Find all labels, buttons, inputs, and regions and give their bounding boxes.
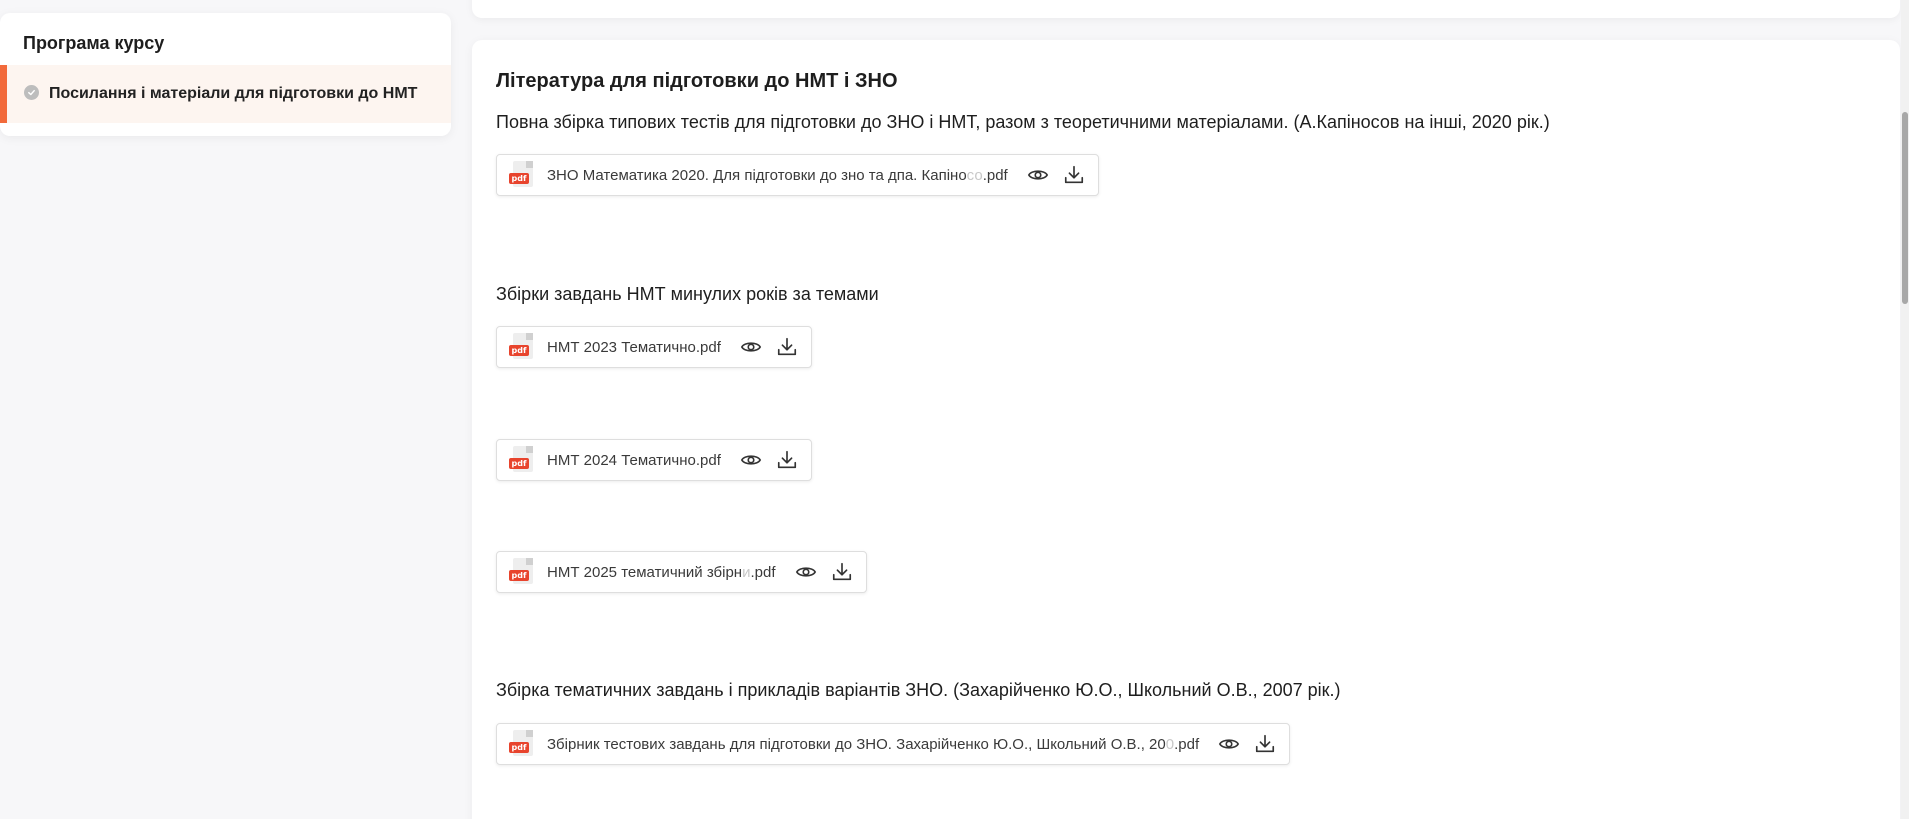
section-text-nmt-collections: Збірки завдань НМТ минулих років за тема… <box>496 284 879 304</box>
section-text-thematic-tasks: Збірка тематичних завдань і прикладів ва… <box>496 680 1341 700</box>
eye-icon <box>1219 739 1240 749</box>
pdf-file-icon: pdf <box>509 333 533 361</box>
pdf-file-icon: pdf <box>509 558 533 586</box>
download-icon <box>777 450 796 469</box>
eye-icon <box>740 455 762 465</box>
sidebar-item-label: Посилання і матеріали для підготовки до … <box>49 85 418 102</box>
view-file-button[interactable] <box>792 558 820 586</box>
view-file-button[interactable] <box>1215 730 1243 758</box>
file-name: ЗНО Математика 2020. Для підготовки до з… <box>547 166 1008 184</box>
download-file-button[interactable] <box>828 558 856 586</box>
view-file-button[interactable] <box>737 446 765 474</box>
download-file-button[interactable] <box>773 333 801 361</box>
file-name: НМТ 2023 Тематично.pdf <box>547 338 721 356</box>
download-file-button[interactable] <box>1060 161 1088 189</box>
view-file-button[interactable] <box>737 333 765 361</box>
download-icon <box>1256 734 1275 753</box>
eye-icon <box>740 342 762 352</box>
file-name: НМТ 2024 Тематично.pdf <box>547 451 721 469</box>
check-circle-icon <box>24 85 39 100</box>
materials-content-card: Література для підготовки до НМТ і ЗНО П… <box>472 40 1900 819</box>
pdf-file-icon: pdf <box>509 161 533 189</box>
file-attachment: pdf НМТ 2025 тематичний збірни.pdf <box>496 551 867 593</box>
page-scrollbar-thumb[interactable] <box>1902 112 1908 304</box>
file-attachment: pdf Збірник тестових завдань для підгото… <box>496 723 1291 765</box>
file-name: НМТ 2025 тематичний збірни.pdf <box>547 563 776 581</box>
file-name: Збірник тестових завдань для підготовки … <box>547 735 1200 753</box>
eye-icon <box>1027 170 1048 180</box>
course-program-sidebar: Програма курсу Посилання і матеріали для… <box>0 13 451 136</box>
section-heading: Література для підготовки до НМТ і ЗНО <box>496 70 898 92</box>
file-attachment: pdf НМТ 2024 Тематично.pdf <box>496 439 812 481</box>
download-icon <box>777 337 796 356</box>
sidebar-title: Програма курсу <box>23 33 165 53</box>
sidebar-item-links-materials[interactable]: Посилання і матеріали для підготовки до … <box>0 65 451 123</box>
view-file-button[interactable] <box>1024 161 1052 189</box>
download-file-button[interactable] <box>1251 730 1279 758</box>
file-attachment: pdf ЗНО Математика 2020. Для підготовки … <box>496 154 1099 196</box>
eye-icon <box>795 567 816 577</box>
previous-content-card <box>472 0 1900 18</box>
pdf-file-icon: pdf <box>509 446 533 474</box>
file-attachment: pdf НМТ 2023 Тематично.pdf <box>496 326 812 368</box>
download-icon <box>832 562 851 581</box>
section-text-full-collection: Повна збірка типових тестів для підготов… <box>496 112 1550 132</box>
pdf-file-icon: pdf <box>509 730 533 758</box>
download-file-button[interactable] <box>773 446 801 474</box>
download-icon <box>1064 165 1083 184</box>
